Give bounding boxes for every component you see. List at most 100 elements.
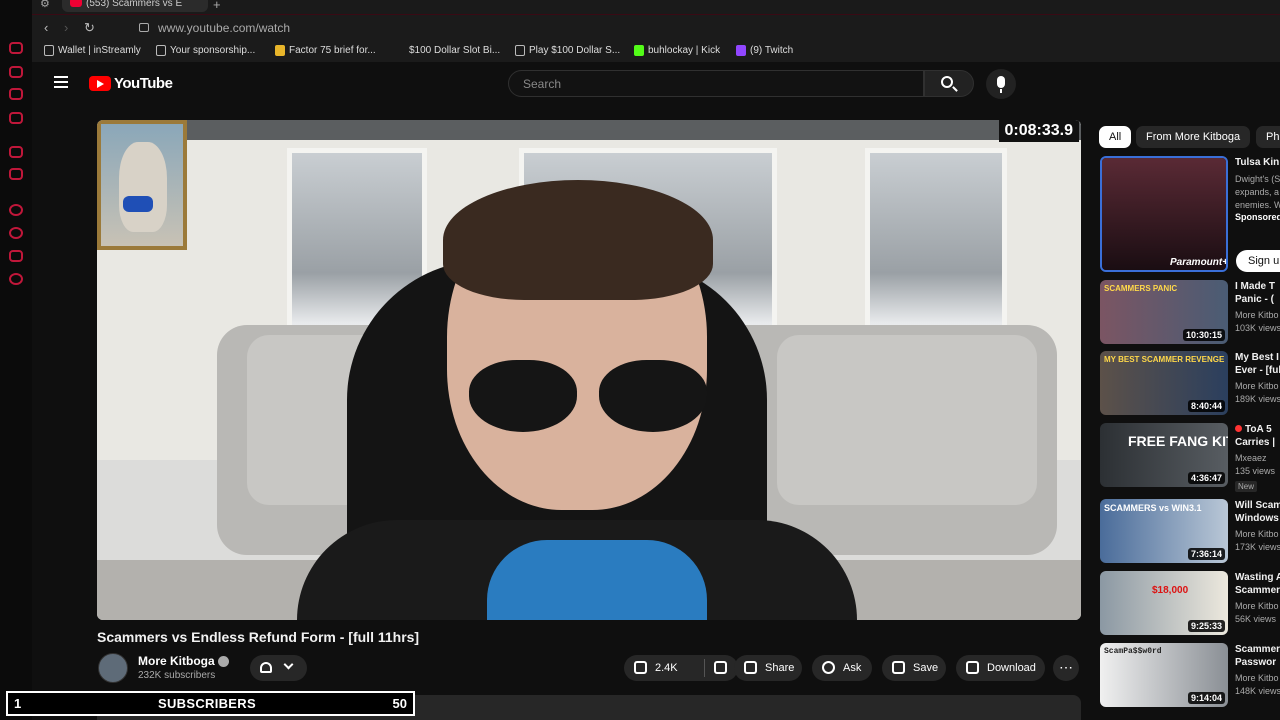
download-icon (966, 661, 979, 674)
bookmark-item[interactable]: Play $100 Dollar S... (513, 45, 620, 56)
thumbnail-text: ScamPa$$w0rd (1104, 647, 1162, 656)
rec-title-line2: Scammer (1235, 585, 1280, 596)
sidebar-app-icon[interactable] (9, 42, 23, 54)
rec-thumbnail[interactable]: SCAMMERS PANIC 10:30:15 (1100, 280, 1228, 344)
rec-meta: Dwight's (S (1235, 174, 1280, 184)
rec-title: ToA 5 (1235, 423, 1280, 437)
chip-from-channel[interactable]: From More Kitboga (1136, 126, 1251, 148)
rec-title-line2: Ever - [ful (1235, 365, 1280, 376)
couch-cushion (777, 335, 1037, 505)
channel-name[interactable]: More Kitboga (138, 654, 215, 668)
goat-ribbon (123, 196, 153, 212)
save-button[interactable]: Save (882, 655, 946, 681)
thumbnail-text: MY BEST SCAMMER REVENGE (1104, 355, 1225, 364)
rec-views: 56K views (1235, 614, 1277, 624)
sidebar-app-icon[interactable] (9, 88, 23, 100)
sunglasses (469, 360, 709, 440)
rec-title: My Best I (1235, 352, 1279, 363)
youtube-masthead: YouTube Search (32, 62, 1280, 106)
bookmark-item[interactable]: $100 Dollar Slot Bi... (393, 45, 500, 56)
video-player[interactable]: 0:08:33.9 (97, 120, 1081, 620)
search-input[interactable]: Search (508, 70, 924, 97)
sidebar-app-icon[interactable] (9, 66, 23, 78)
rec-thumbnail[interactable]: MY BEST SCAMMER REVENGE 8:40:44 (1100, 351, 1228, 415)
rec-meta: expands, a (1235, 187, 1280, 197)
thumbnail-text: FREE FANG KIT (1128, 433, 1228, 449)
new-tab-icon[interactable]: + (213, 0, 221, 12)
bookmarks-bar: Wallet | inStreamly Your sponsorship... … (32, 40, 1280, 62)
goal-label: SUBSCRIBERS (158, 696, 256, 711)
live-dot-icon (1235, 425, 1242, 432)
sidebar-app-icon[interactable] (9, 204, 23, 216)
divider (704, 659, 705, 677)
chip-more[interactable]: Pho (1256, 126, 1280, 148)
address-bar: ‹ › ↻ www.youtube.com/watch (32, 14, 1280, 40)
thumbs-down-icon[interactable] (714, 661, 727, 674)
rec-channel: More Kitbo (1235, 529, 1279, 539)
search-button[interactable] (924, 70, 974, 97)
goat-figure (119, 142, 167, 232)
sidebar-settings-icon[interactable] (9, 273, 23, 285)
goat-painting (97, 120, 187, 250)
bookmark-item[interactable]: (9) Twitch (734, 45, 793, 56)
rec-thumbnail[interactable]: SCAMMERS vs WIN3.1 7:36:14 (1100, 499, 1228, 563)
bookmark-item[interactable]: Your sponsorship... (154, 45, 255, 56)
rec-thumbnail[interactable]: $18,000 9:25:33 (1100, 571, 1228, 635)
notification-bell-button[interactable] (250, 655, 307, 681)
youtube-logo-text[interactable]: YouTube (114, 75, 173, 92)
sidebar-app-icon[interactable] (9, 168, 23, 180)
bookmark-item[interactable]: buhlockay | Kick (632, 45, 720, 56)
sidebar-app-icon[interactable] (9, 250, 23, 262)
thumbnail-text: SCAMMERS vs WIN3.1 (1104, 503, 1202, 513)
forward-icon[interactable]: › (64, 20, 68, 35)
bookmark-icon (44, 45, 54, 56)
share-button[interactable]: Share (734, 655, 802, 681)
rec-title: Tulsa Kin (1235, 157, 1280, 168)
video-duration: 9:25:33 (1187, 620, 1225, 632)
more-actions-button[interactable]: ⋯ (1053, 655, 1079, 681)
rec-views: 135 views (1235, 466, 1276, 476)
back-icon[interactable]: ‹ (44, 20, 48, 35)
rec-thumbnail[interactable]: Paramount+ (1100, 156, 1228, 272)
rec-thumbnail[interactable]: FREE FANG KIT 4:36:47 (1100, 423, 1228, 487)
rec-thumbnail[interactable]: ScamPa$$w0rd 9:14:04 (1100, 643, 1228, 707)
chip-all[interactable]: All (1099, 126, 1132, 148)
save-label: Save (913, 662, 939, 674)
tab-menu-icon[interactable]: ⚙ (40, 0, 50, 10)
thumbnail-text: $18,000 (1152, 585, 1189, 596)
thumbnail-text: SCAMMERS PANIC (1104, 284, 1178, 293)
youtube-logo-icon[interactable] (89, 76, 111, 91)
like-button[interactable]: 2.4K (624, 655, 738, 681)
sidebar-app-icon[interactable] (9, 227, 23, 239)
bookmark-item[interactable]: Factor 75 brief for... (273, 45, 376, 56)
video-title: Scammers vs Endless Refund Form - [full … (97, 629, 420, 645)
sidebar-app-icon[interactable] (9, 146, 23, 158)
rec-title-line2: Windows (1235, 513, 1279, 524)
menu-icon[interactable] (54, 76, 68, 88)
bell-icon (260, 662, 272, 673)
voice-search-button[interactable] (986, 69, 1016, 99)
sign-up-button[interactable]: Sign up (1236, 250, 1280, 272)
tab-title: (553) Scammers vs E (86, 0, 183, 9)
rec-title-line2: Panic - ( (1235, 294, 1274, 305)
bookmark-icon (515, 45, 525, 56)
sidebar-app-icon[interactable] (9, 112, 23, 124)
download-label: Download (987, 662, 1036, 674)
video-duration: 7:36:14 (1187, 548, 1225, 560)
rec-views: 103K views (1235, 323, 1280, 333)
share-label: Share (765, 662, 795, 674)
verified-icon (218, 656, 229, 667)
bookmark-item[interactable]: Wallet | inStreamly (42, 45, 141, 56)
ask-button[interactable]: Ask (812, 655, 872, 681)
url-text[interactable]: www.youtube.com/watch (158, 21, 290, 35)
like-count: 2.4K (655, 662, 678, 674)
ask-label: Ask (843, 662, 862, 674)
rec-views: 189K views (1235, 394, 1280, 404)
browser-tab-active[interactable]: (553) Scammers vs E (62, 0, 208, 12)
rec-channel: More Kitbo (1235, 673, 1279, 683)
search-icon (941, 76, 953, 88)
rec-title: Will Scam (1235, 500, 1280, 511)
reload-icon[interactable]: ↻ (84, 20, 95, 36)
download-button[interactable]: Download (956, 655, 1045, 681)
channel-avatar[interactable] (98, 653, 128, 683)
